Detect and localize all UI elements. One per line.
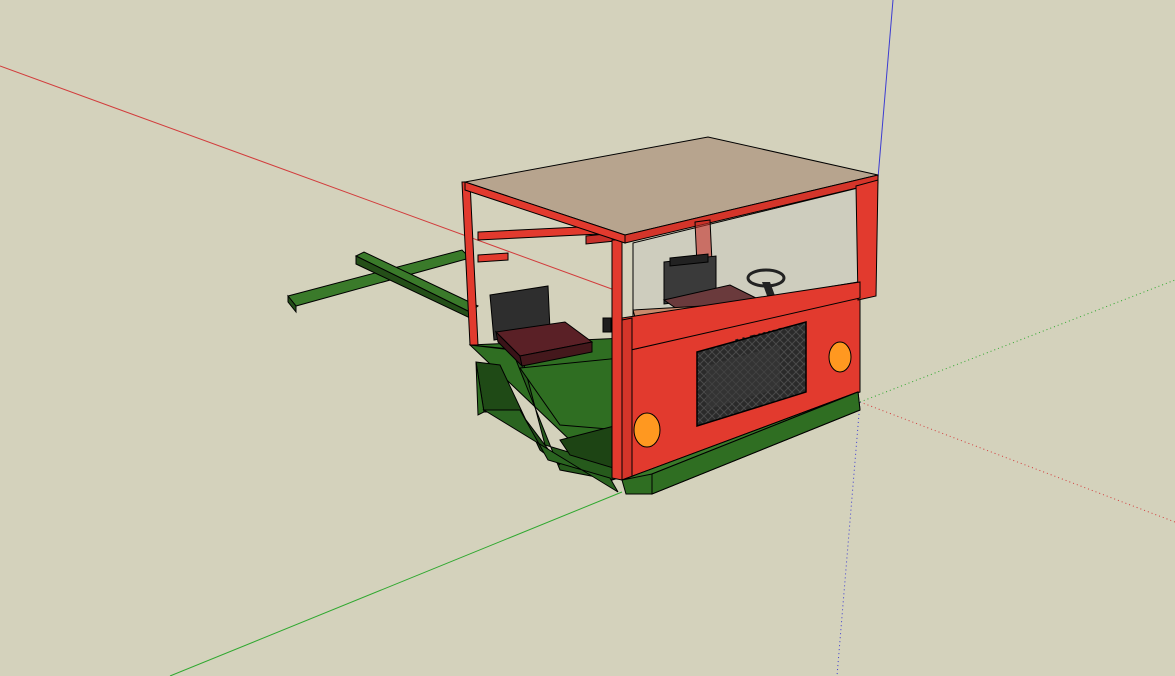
3d-viewport[interactable]: ALPINIST: [0, 0, 1175, 676]
green-axis-dotted: [859, 279, 1175, 403]
axes-group: [0, 0, 1175, 676]
red-axis-dotted: [859, 401, 1175, 523]
rear-frame[interactable]: [287, 249, 479, 319]
blue-axis-dotted: [836, 401, 861, 676]
model-canvas[interactable]: ALPINIST: [0, 0, 1175, 676]
green-axis-solid: [169, 491, 623, 676]
headlight-left[interactable]: [633, 412, 661, 448]
headlight-right[interactable]: [828, 341, 852, 373]
blue-axis-solid: [877, 0, 894, 179]
